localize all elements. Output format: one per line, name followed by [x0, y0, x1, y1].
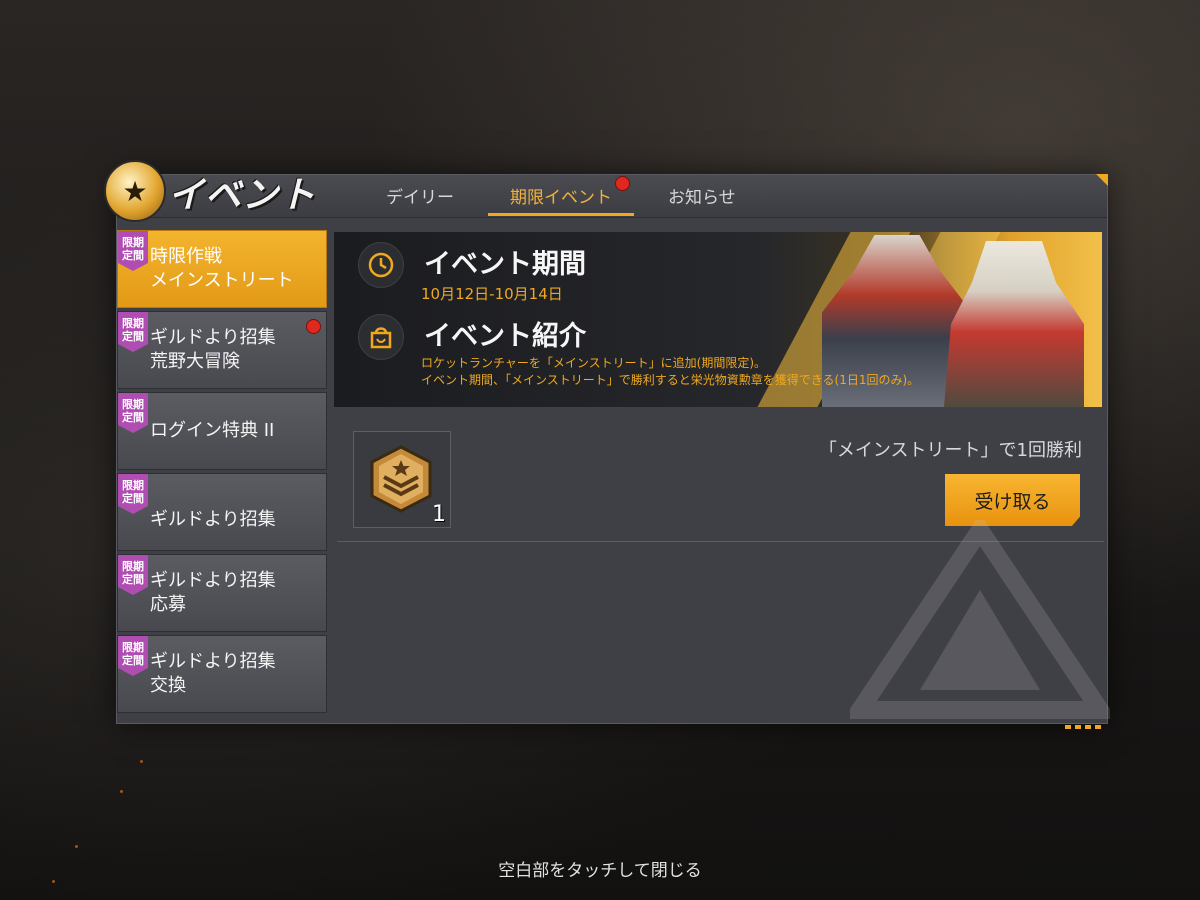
limited-time-tag: 限期 定間	[118, 636, 148, 676]
event-intro-heading: イベント紹介	[424, 321, 586, 352]
emblem-watermark-icon	[850, 520, 1110, 719]
sidebar-item-guild-apply[interactable]: 限期 定間 ギルドより招集 応募	[117, 554, 327, 632]
page-title: イベント	[168, 175, 317, 216]
reward-item-slot[interactable]: 1	[353, 431, 451, 528]
sidebar-item-label: ギルドより招集 荒野大冒険	[150, 327, 276, 372]
event-period-heading: イベント期間	[424, 249, 586, 280]
limited-time-tag: 限期 定間	[118, 312, 148, 352]
star-badge-icon: ★	[104, 160, 166, 222]
limited-time-tag: 限期 定間	[118, 555, 148, 595]
event-intro-line: ロケットランチャーを「メインストリート」に追加(期間限定)。	[421, 356, 767, 370]
ember-particle	[120, 790, 123, 793]
claim-button[interactable]: 受け取る	[945, 474, 1080, 526]
event-period-value: 10月12日-10月14日	[421, 285, 563, 303]
close-hint[interactable]: 空白部をタッチして閉じる	[0, 856, 1200, 881]
event-banner: イベント期間 10月12日-10月14日 イベント紹介 ロケットランチャーを「メ…	[334, 232, 1102, 407]
notification-dot-icon	[306, 319, 321, 334]
ember-particle	[140, 760, 143, 763]
reward-condition: 「メインストリート」で1回勝利	[818, 440, 1082, 461]
limited-time-tag: 限期 定間	[118, 393, 148, 433]
reward-count: 1	[432, 502, 446, 527]
sidebar-item-label: ギルドより招集	[150, 509, 276, 530]
event-sidebar: 限期 定間 時限作戦 メインストリート 限期 定間 ギルドより招集 荒野大冒険 限期…	[117, 230, 327, 716]
tab-label: デイリー	[386, 187, 454, 208]
tab-notice[interactable]: お知らせ	[640, 174, 764, 216]
tab-limited-event[interactable]: 期限イベント	[482, 174, 640, 216]
sidebar-item-label: ギルドより招集 応募	[150, 570, 276, 615]
tab-label: お知らせ	[668, 187, 736, 208]
notification-dot-icon	[615, 176, 630, 191]
tab-bar: デイリー 期限イベント お知らせ	[358, 174, 764, 216]
tab-daily[interactable]: デイリー	[358, 174, 482, 216]
gift-bag-icon	[358, 314, 404, 360]
bottom-accent	[1065, 725, 1105, 729]
limited-time-tag: 限期 定間	[118, 231, 148, 271]
sidebar-item-login-bonus[interactable]: 限期 定間 ログイン特典 II	[117, 392, 327, 470]
medal-icon	[370, 445, 432, 513]
corner-accent	[1096, 174, 1108, 186]
tab-label: 期限イベント	[510, 187, 612, 208]
sidebar-item-guild-wild-adventure[interactable]: 限期 定間 ギルドより招集 荒野大冒険	[117, 311, 327, 389]
event-title: ★ イベント	[104, 160, 354, 222]
sidebar-item-main-street[interactable]: 限期 定間 時限作戦 メインストリート	[117, 230, 327, 308]
ember-particle	[75, 845, 78, 848]
sidebar-item-label: 時限作戦 メインストリート	[150, 246, 294, 291]
event-intro-line: イベント期間、「メインストリート」で勝利すると栄光物資勲章を獲得できる(1日1回…	[421, 373, 920, 387]
sidebar-item-guild-exchange[interactable]: 限期 定間 ギルドより招集 交換	[117, 635, 327, 713]
sidebar-item-guild-recruit[interactable]: 限期 定間 ギルドより招集	[117, 473, 327, 551]
limited-time-tag: 限期 定間	[118, 474, 148, 514]
sidebar-item-label: ログイン特典 II	[150, 420, 275, 441]
sidebar-item-label: ギルドより招集 交換	[150, 651, 276, 696]
clock-icon	[358, 242, 404, 288]
